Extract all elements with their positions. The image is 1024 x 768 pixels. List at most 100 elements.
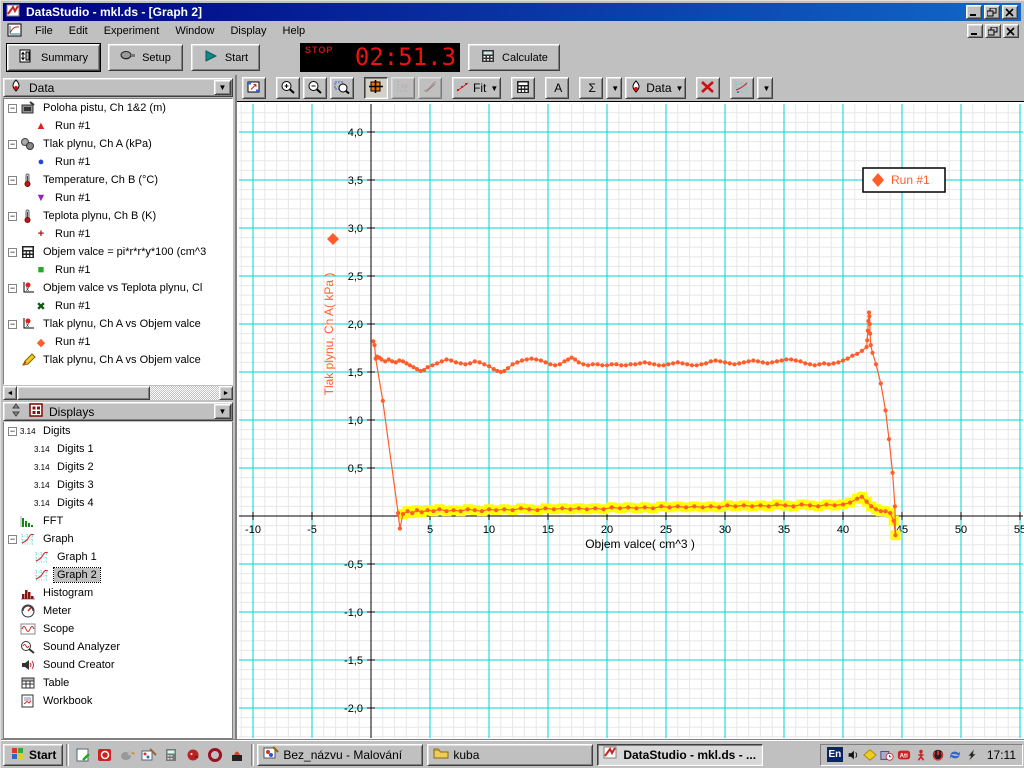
child-minimize-button[interactable]	[967, 24, 983, 38]
data-point[interactable]	[789, 357, 793, 361]
statistics-button[interactable]: Σ	[579, 77, 603, 99]
data-point[interactable]	[841, 502, 845, 506]
data-point[interactable]	[865, 500, 869, 504]
statistics-dropdown-button[interactable]: ▼	[606, 77, 622, 99]
data-point[interactable]	[372, 343, 376, 347]
data-menu-button[interactable]: Data▼	[625, 77, 686, 99]
display-item[interactable]: Sound Analyzer	[4, 638, 232, 656]
setup-button[interactable]: Setup	[108, 44, 183, 71]
data-item[interactable]: Tlak plynu, Ch A vs Objem valce	[4, 351, 232, 369]
zoom-select-button[interactable]	[330, 77, 354, 99]
data-point[interactable]	[822, 361, 826, 365]
run-item[interactable]: ◆Run #1	[18, 333, 232, 351]
collapse-toggle[interactable]: −	[8, 104, 17, 113]
data-point[interactable]	[511, 362, 515, 366]
data-point[interactable]	[398, 526, 402, 530]
data-point[interactable]	[519, 506, 523, 510]
start-menu-button[interactable]: Start	[3, 744, 63, 766]
winamp-quicklaunch-icon[interactable]	[228, 746, 246, 764]
scroll-right-button[interactable]: ►	[219, 386, 233, 400]
data-point[interactable]	[695, 363, 699, 367]
data-point[interactable]	[449, 358, 453, 362]
data-point[interactable]	[577, 360, 581, 364]
run-item[interactable]: ✖Run #1	[18, 297, 232, 315]
display-item-label[interactable]: Meter	[40, 604, 74, 618]
data-point[interactable]	[419, 369, 423, 373]
collapse-toggle[interactable]: −	[8, 212, 17, 221]
display-item-label[interactable]: Sound Analyzer	[40, 640, 123, 654]
data-point[interactable]	[577, 506, 581, 510]
data-point[interactable]	[435, 361, 439, 365]
data-point[interactable]	[676, 504, 680, 508]
collapse-toggle[interactable]: −	[8, 427, 17, 436]
menu-experiment[interactable]: Experiment	[96, 23, 168, 40]
data-point[interactable]	[714, 358, 718, 362]
data-point[interactable]	[732, 362, 736, 366]
displays-dropdown-button[interactable]: ▼	[214, 404, 231, 419]
data-point[interactable]	[647, 361, 651, 365]
run-item[interactable]: ▲Run #1	[18, 117, 232, 135]
data-point[interactable]	[544, 506, 548, 510]
data-point[interactable]	[690, 363, 694, 367]
data-point[interactable]	[643, 360, 647, 364]
display-subitem-label[interactable]: Digits 1	[54, 442, 97, 456]
data-point[interactable]	[624, 363, 628, 367]
display-item-label[interactable]: Digits	[40, 424, 74, 438]
data-point[interactable]	[585, 507, 589, 511]
document-icon[interactable]	[7, 23, 23, 40]
data-point[interactable]	[591, 362, 595, 366]
data-point[interactable]	[717, 505, 721, 509]
menu-edit[interactable]: Edit	[61, 23, 96, 40]
data-point[interactable]	[866, 329, 870, 333]
data-point[interactable]	[651, 506, 655, 510]
diamond-av-tray-icon[interactable]	[863, 747, 878, 762]
data-point[interactable]	[758, 503, 762, 507]
data-point[interactable]	[725, 503, 729, 507]
data-point[interactable]	[780, 358, 784, 362]
data-point[interactable]	[692, 504, 696, 508]
data-point[interactable]	[879, 509, 883, 513]
run-item-label[interactable]: Run #1	[52, 299, 93, 313]
figure-tray-icon[interactable]	[914, 747, 929, 762]
data-point[interactable]	[701, 505, 705, 509]
minimize-button[interactable]	[966, 5, 982, 19]
data-point[interactable]	[747, 359, 751, 363]
run-item[interactable]: +Run #1	[18, 225, 232, 243]
data-point[interactable]	[756, 359, 760, 363]
calculator-button[interactable]	[511, 77, 535, 99]
data-point[interactable]	[478, 360, 482, 364]
data-point[interactable]	[473, 508, 477, 512]
display-subitem-label[interactable]: Graph 2	[54, 568, 100, 582]
close-button[interactable]	[1002, 5, 1018, 19]
restore-button[interactable]	[984, 5, 1000, 19]
display-subitem[interactable]: 3.14Digits 4	[18, 494, 232, 512]
data-point[interactable]	[440, 359, 444, 363]
data-point[interactable]	[643, 505, 647, 509]
data-item-label[interactable]: Temperature, Ch B (°C)	[40, 173, 161, 187]
summary-button[interactable]: Summary	[7, 44, 100, 71]
collapse-toggle[interactable]: −	[8, 176, 17, 185]
data-point[interactable]	[552, 507, 556, 511]
display-item[interactable]: Sound Creator	[4, 656, 232, 674]
language-indicator[interactable]: En	[827, 747, 843, 762]
data-point[interactable]	[723, 360, 727, 364]
data-point[interactable]	[866, 319, 870, 323]
data-point[interactable]	[775, 359, 779, 363]
data-point[interactable]	[680, 361, 684, 365]
data-point[interactable]	[870, 351, 874, 355]
display-subitem-label[interactable]: Digits 2	[54, 460, 97, 474]
data-point[interactable]	[836, 360, 840, 364]
data-point[interactable]	[794, 358, 798, 362]
data-point[interactable]	[887, 437, 891, 441]
bolt-tray-icon[interactable]	[965, 747, 980, 762]
data-point[interactable]	[553, 363, 557, 367]
child-restore-button[interactable]	[985, 24, 1001, 38]
data-point[interactable]	[662, 363, 666, 367]
menu-help[interactable]: Help	[275, 23, 314, 40]
data-point[interactable]	[596, 362, 600, 366]
data-item-label[interactable]: Tlak plynu, Ch A vs Objem valce	[40, 317, 204, 331]
data-point[interactable]	[676, 360, 680, 364]
data-point[interactable]	[699, 362, 703, 366]
data-point[interactable]	[704, 361, 708, 365]
data-point[interactable]	[734, 504, 738, 508]
